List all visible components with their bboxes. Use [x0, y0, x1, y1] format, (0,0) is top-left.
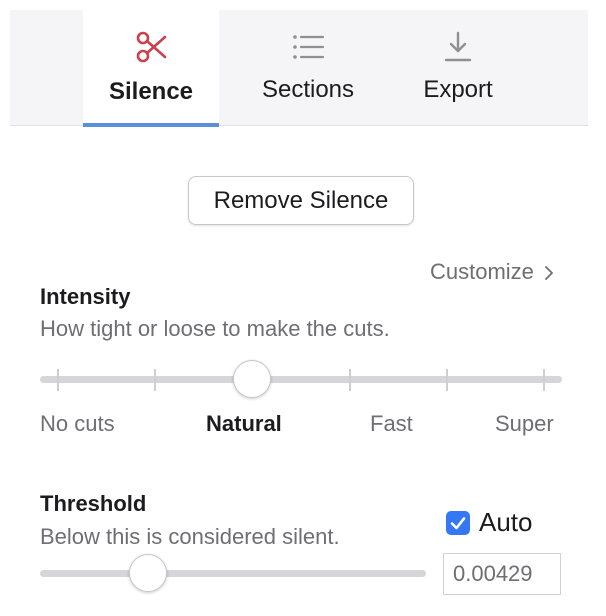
remove-silence-button[interactable]: Remove Silence — [188, 176, 414, 225]
intensity-step-no-cuts[interactable]: No cuts — [40, 411, 115, 437]
auto-checkbox[interactable] — [446, 511, 470, 535]
download-icon — [444, 31, 472, 62]
intensity-slider-tick — [57, 369, 59, 391]
intensity-slider-knob[interactable] — [233, 360, 271, 398]
intensity-step-fast[interactable]: Fast — [370, 411, 413, 437]
threshold-value-input[interactable] — [443, 553, 561, 595]
threshold-title: Threshold — [40, 491, 147, 516]
threshold-slider-track[interactable] — [40, 570, 426, 577]
intensity-slider-tick — [349, 369, 351, 391]
intensity-step-super[interactable]: Super — [495, 411, 554, 437]
intensity-slider-tick — [543, 369, 545, 391]
list-icon — [293, 35, 325, 59]
tab-bar: Silence Sections Export — [10, 10, 588, 127]
threshold-slider-knob[interactable] — [129, 554, 167, 592]
tab-silence[interactable]: Silence — [83, 10, 219, 127]
intensity-slider-track[interactable] — [40, 376, 562, 383]
intensity-slider-tick — [446, 369, 448, 391]
tab-sections-label: Sections — [261, 76, 355, 103]
scissors-icon — [136, 31, 167, 63]
threshold-description: Below this is considered silent. — [40, 524, 340, 549]
tab-silence-label: Silence — [108, 78, 194, 105]
intensity-step-natural[interactable]: Natural — [206, 411, 282, 437]
customize-label: Customize — [430, 259, 534, 284]
tab-export-label: Export — [423, 76, 493, 103]
intensity-slider-tick — [154, 369, 156, 391]
tab-sections[interactable]: Sections — [240, 10, 376, 126]
tab-active-indicator — [83, 123, 219, 127]
customize-link[interactable]: Customize — [430, 259, 556, 285]
intensity-description: How tight or loose to make the cuts. — [40, 316, 390, 341]
intensity-title: Intensity — [40, 284, 131, 309]
checkmark-icon — [450, 517, 466, 530]
tab-export[interactable]: Export — [390, 10, 526, 126]
auto-label: Auto — [479, 507, 533, 537]
chevron-right-icon — [545, 266, 553, 280]
